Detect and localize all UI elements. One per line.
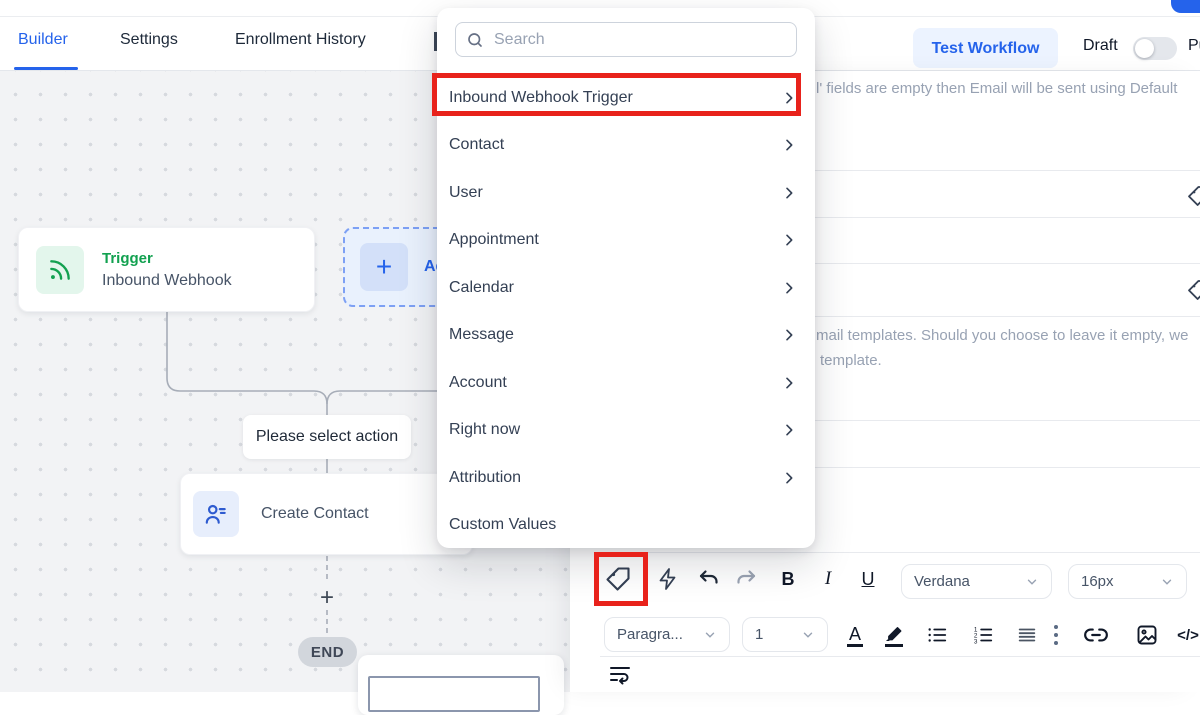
search-icon <box>466 31 484 49</box>
chevron-right-icon <box>781 422 797 438</box>
highlight-color-icon[interactable] <box>880 620 908 650</box>
search-input[interactable] <box>492 30 786 50</box>
end-badge: END <box>298 637 357 667</box>
toggle-knob <box>1135 39 1154 58</box>
lightning-icon[interactable] <box>652 563 684 595</box>
top-corner-button[interactable] <box>1171 0 1200 13</box>
test-workflow-button[interactable]: Test Workflow <box>913 28 1058 68</box>
helper-text-2-line2: template. <box>820 352 882 369</box>
create-contact-node[interactable]: Create Contact <box>180 473 473 555</box>
bold-button[interactable]: B <box>775 566 801 592</box>
plus-icon: + <box>360 243 408 291</box>
action-picker-dropdown: Inbound Webhook Trigger Contact User App… <box>437 8 815 548</box>
code-view-button[interactable]: </> <box>1173 622 1200 648</box>
helper-text-2-line1: mail templates. Should you choose to lea… <box>816 327 1188 344</box>
chevron-right-icon <box>781 470 797 486</box>
font-family-value: Verdana <box>914 573 970 590</box>
text-color-label: A <box>847 624 863 647</box>
action-node-label: Create Contact <box>261 505 369 523</box>
redo-icon[interactable] <box>732 565 760 593</box>
chevron-down-icon <box>1160 575 1174 589</box>
menu-item-attribution[interactable]: Attribution <box>437 454 815 502</box>
paragraph-style-select[interactable]: Paragra... <box>604 617 730 652</box>
more-options-icon[interactable] <box>1048 621 1064 649</box>
trigger-node[interactable]: Trigger Inbound Webhook <box>18 227 315 312</box>
menu-item-calendar[interactable]: Calendar <box>437 264 815 312</box>
font-family-select[interactable]: Verdana <box>901 564 1052 599</box>
menu-item-appointment[interactable]: Appointment <box>437 216 815 264</box>
user-lines-icon <box>193 491 239 537</box>
image-icon[interactable] <box>1133 622 1161 648</box>
chevron-right-icon <box>781 327 797 343</box>
branch-plus-icon[interactable]: + <box>315 584 339 612</box>
menu-item-custom-values[interactable]: Custom Values <box>437 501 815 549</box>
menu-item-inbound-webhook-trigger[interactable]: Inbound Webhook Trigger <box>437 74 815 122</box>
svg-text:3: 3 <box>974 638 978 645</box>
menu-item-contact[interactable]: Contact <box>437 121 815 169</box>
field-divider <box>600 552 1200 553</box>
text-wrap-icon[interactable] <box>606 661 634 687</box>
tag-insert-icon[interactable] <box>600 561 636 597</box>
font-size-value: 16px <box>1081 573 1114 590</box>
trigger-title: Inbound Webhook <box>102 272 232 290</box>
rss-icon <box>36 246 84 294</box>
italic-button[interactable]: I <box>815 566 841 592</box>
ordered-list-icon[interactable]: 1 2 3 <box>970 622 996 648</box>
chevron-right-icon <box>781 280 797 296</box>
search-field[interactable] <box>455 22 797 57</box>
font-size-select[interactable]: 16px <box>1068 564 1187 599</box>
list-level-select[interactable]: 1 <box>742 617 828 652</box>
menu-item-right-now[interactable]: Right now <box>437 406 815 454</box>
undo-icon[interactable] <box>695 565 723 593</box>
align-justify-icon[interactable] <box>1014 622 1040 648</box>
list-level-value: 1 <box>755 626 763 643</box>
chevron-down-icon <box>1025 575 1039 589</box>
chevron-down-icon <box>703 628 717 642</box>
paragraph-style-value: Paragra... <box>617 626 683 643</box>
underline-button[interactable]: U <box>854 566 882 592</box>
select-action-prompt: Please select action <box>243 415 411 459</box>
menu-item-message[interactable]: Message <box>437 311 815 359</box>
helper-text-1: l' fields are empty then Email will be s… <box>816 80 1177 97</box>
publish-toggle[interactable] <box>1133 37 1177 60</box>
chevron-right-icon <box>781 90 797 106</box>
text-color-button[interactable]: A <box>842 621 868 649</box>
chevron-down-icon <box>801 628 815 642</box>
publish-label: Publish <box>1188 37 1200 55</box>
link-icon[interactable] <box>1081 621 1111 649</box>
bullet-list-icon[interactable] <box>924 622 950 648</box>
chevron-right-icon <box>781 137 797 153</box>
chevron-right-icon <box>781 232 797 248</box>
menu-item-account[interactable]: Account <box>437 359 815 407</box>
chevron-right-icon <box>781 185 797 201</box>
draft-label: Draft <box>1083 37 1118 55</box>
tab-enrollment-history[interactable]: Enrollment History <box>235 31 366 49</box>
menu-item-user[interactable]: User <box>437 169 815 217</box>
chevron-right-icon <box>781 375 797 391</box>
active-tab-underline <box>14 67 78 70</box>
tab-builder[interactable]: Builder <box>18 31 68 49</box>
trigger-type-label: Trigger <box>102 250 232 267</box>
tab-settings[interactable]: Settings <box>120 31 178 49</box>
toolbar-divider <box>600 656 1200 657</box>
partial-card <box>358 655 564 715</box>
tag-merge-field-icon[interactable] <box>1186 184 1200 208</box>
tag-merge-field-icon[interactable] <box>1186 278 1200 302</box>
partial-card-frame <box>368 676 540 712</box>
